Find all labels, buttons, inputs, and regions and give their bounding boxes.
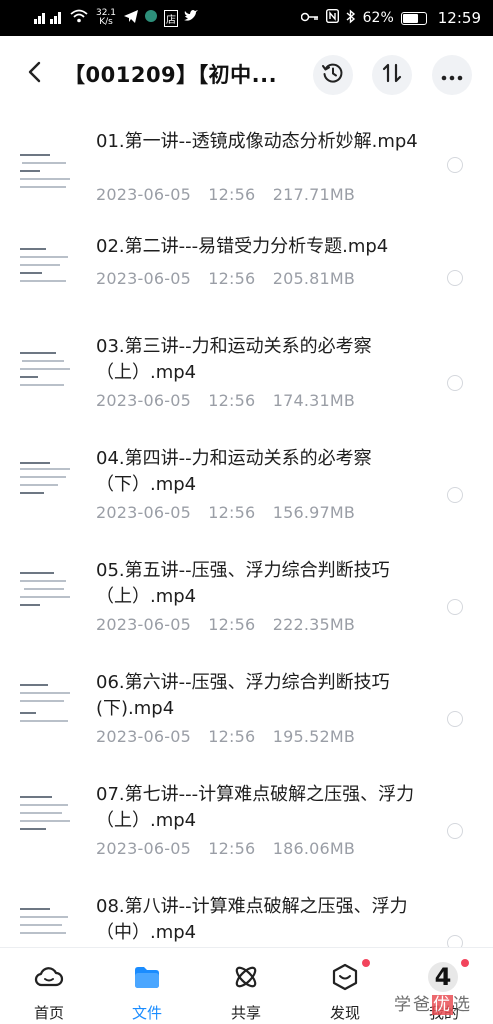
nav-label: 发现 — [329, 1004, 360, 1022]
nav-home[interactable]: 首页 — [0, 948, 98, 1024]
file-name: 02.第二讲---易错受力分析专题.mp4 — [96, 236, 389, 257]
battery-percent: 62% — [362, 10, 394, 26]
video-thumbnail — [18, 234, 74, 302]
sort-button[interactable] — [372, 55, 412, 95]
back-button[interactable] — [14, 54, 54, 94]
notification-dot — [461, 959, 469, 967]
select-radio[interactable] — [447, 270, 463, 286]
top-bar: 【001209】【初中... — [0, 36, 493, 112]
back-arrow-icon — [27, 61, 41, 87]
file-name: 04.第四讲--力和运动关系的必考察（下）.mp4 — [96, 448, 372, 495]
select-radio[interactable] — [447, 157, 463, 173]
network-speed: 32.1 K/s — [95, 8, 117, 27]
status-bar: 32.1 K/s 店 62% 12:59 — [0, 0, 493, 36]
file-meta: 2023-06-05 12:56 156.97MB — [96, 503, 356, 522]
video-thumbnail — [18, 136, 74, 204]
history-icon — [321, 61, 345, 89]
file-row[interactable]: 02.第二讲---易错受力分析专题.mp4 2023-06-05 12:56 2… — [0, 224, 493, 336]
more-icon — [441, 66, 463, 85]
discover-icon — [330, 962, 360, 992]
file-row[interactable]: 01.第一讲--透镜成像动态分析妙解.mp4 2023-06-05 12:56 … — [0, 112, 493, 224]
video-thumbnail — [18, 672, 74, 740]
notification-dot — [362, 959, 370, 967]
video-thumbnail — [18, 784, 74, 852]
file-row[interactable]: 03.第三讲--力和运动关系的必考察（上）.mp4 2023-06-05 12:… — [0, 336, 493, 448]
nfc-icon — [325, 8, 339, 27]
file-row[interactable]: 05.第五讲--压强、浮力综合判断技巧（上）.mp4 2023-06-05 12… — [0, 560, 493, 672]
file-name: 01.第一讲--透镜成像动态分析妙解.mp4 — [96, 131, 418, 152]
file-row[interactable]: 08.第八讲--计算难点破解之压强、浮力（中）.mp4 — [0, 896, 493, 947]
file-meta: 2023-06-05 12:56 174.31MB — [96, 391, 356, 410]
nav-discover[interactable]: 发现 — [296, 948, 394, 1024]
file-meta: 2023-06-05 12:56 222.35MB — [96, 615, 356, 634]
select-radio[interactable] — [447, 823, 463, 839]
nav-label: 文件 — [131, 1004, 162, 1022]
nav-share[interactable]: 共享 — [197, 948, 295, 1024]
file-meta: 2023-06-05 12:56 186.06MB — [96, 839, 356, 858]
sim-signal-icon — [34, 10, 64, 27]
select-radio[interactable] — [447, 375, 463, 391]
share-atom-icon — [231, 962, 261, 992]
bluetooth-icon — [346, 8, 356, 28]
key-icon — [300, 10, 319, 26]
video-thumbnail — [18, 336, 74, 404]
video-thumbnail — [18, 560, 74, 628]
nav-label: 共享 — [230, 1004, 261, 1022]
select-radio[interactable] — [447, 599, 463, 615]
history-button[interactable] — [313, 55, 353, 95]
store-badge: 店 — [164, 9, 178, 27]
select-radio[interactable] — [447, 935, 463, 947]
clock: 12:59 — [437, 9, 481, 27]
page-title: 【001209】【初中... — [64, 63, 278, 87]
file-meta: 2023-06-05 12:56 217.71MB — [96, 185, 356, 204]
wifi-icon — [70, 9, 88, 27]
file-row[interactable]: 07.第七讲---计算难点破解之压强、浮力（上）.mp4 2023-06-05 … — [0, 784, 493, 896]
status-left: 32.1 K/s 店 — [34, 9, 301, 27]
select-radio[interactable] — [447, 487, 463, 503]
folder-icon — [132, 962, 162, 992]
file-name: 05.第五讲--压强、浮力综合判断技巧（上）.mp4 — [96, 560, 390, 607]
watermark-badge: 4 — [428, 962, 458, 992]
telegram-icon — [124, 9, 138, 27]
status-right: 62% 12:59 — [300, 8, 481, 28]
watermark: 学爸优选 — [394, 995, 472, 1015]
video-thumbnail — [18, 448, 74, 516]
battery-icon — [400, 11, 427, 25]
more-button[interactable] — [432, 55, 472, 95]
sort-icon — [381, 62, 403, 88]
file-meta: 2023-06-05 12:56 205.81MB — [96, 269, 356, 288]
file-meta: 2023-06-05 12:56 195.52MB — [96, 727, 356, 746]
twitter-icon — [184, 10, 198, 26]
file-row[interactable]: 06.第六讲--压强、浮力综合判断技巧(下).mp4 2023-06-05 12… — [0, 672, 493, 784]
video-thumbnail — [18, 896, 74, 947]
file-list: 01.第一讲--透镜成像动态分析妙解.mp4 2023-06-05 12:56 … — [0, 112, 493, 947]
nav-files[interactable]: 文件 — [98, 948, 196, 1024]
cloud-icon — [34, 962, 64, 992]
select-radio[interactable] — [447, 711, 463, 727]
file-name: 06.第六讲--压强、浮力综合判断技巧(下).mp4 — [96, 672, 390, 719]
file-name: 03.第三讲--力和运动关系的必考察（上）.mp4 — [96, 336, 372, 383]
nav-label: 首页 — [33, 1004, 64, 1022]
file-name: 07.第七讲---计算难点破解之压强、浮力（上）.mp4 — [96, 784, 415, 831]
file-name: 08.第八讲--计算难点破解之压强、浮力（中）.mp4 — [96, 896, 408, 943]
app-circle-icon — [144, 9, 158, 27]
file-row[interactable]: 04.第四讲--力和运动关系的必考察（下）.mp4 2023-06-05 12:… — [0, 448, 493, 560]
